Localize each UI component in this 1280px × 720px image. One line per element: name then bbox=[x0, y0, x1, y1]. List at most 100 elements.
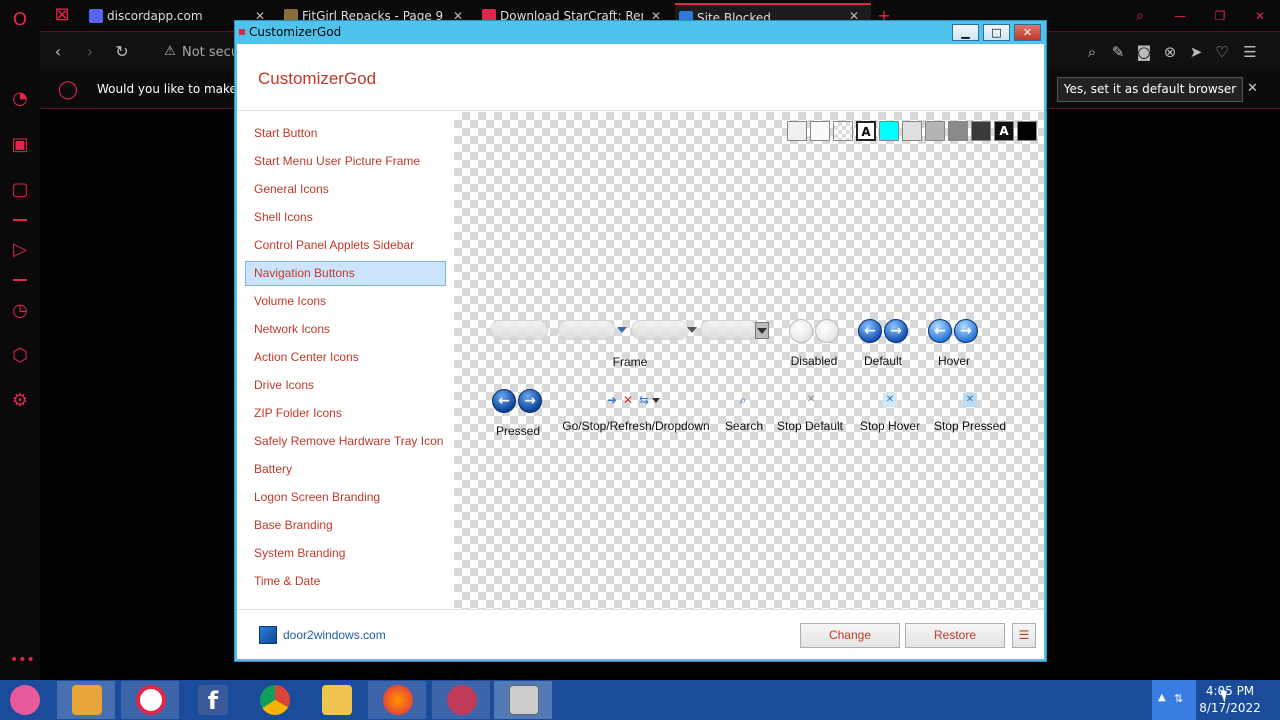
preview-area: A A Frame Disabled ← → Default ← → Hover… bbox=[454, 112, 1044, 609]
bg-swatch[interactable] bbox=[787, 121, 807, 141]
extensions-icon[interactable]: ⬡ bbox=[8, 344, 32, 368]
back-icon[interactable]: ‹ bbox=[46, 40, 70, 64]
dropdown-arrow-icon bbox=[617, 327, 627, 333]
frame-segment bbox=[490, 320, 548, 340]
easy-setup-icon[interactable]: ☰ bbox=[1238, 40, 1262, 64]
taskbar-firefox[interactable] bbox=[368, 681, 426, 719]
minimize-button[interactable]: ▁ bbox=[952, 24, 979, 41]
taskbar-settings-app[interactable] bbox=[432, 681, 490, 719]
category-item[interactable]: Battery bbox=[245, 457, 446, 482]
bg-swatch[interactable] bbox=[879, 121, 899, 141]
door2windows-logo-icon bbox=[259, 626, 277, 644]
tab-label: discordapp.com bbox=[107, 9, 203, 23]
category-item[interactable]: System Branding bbox=[245, 541, 446, 566]
category-item[interactable]: Logon Screen Branding bbox=[245, 485, 446, 510]
taskbar-avatar[interactable] bbox=[0, 681, 58, 719]
restore-button[interactable]: Restore bbox=[905, 623, 1005, 648]
camera-icon[interactable]: ◙ bbox=[1132, 40, 1156, 64]
tray-area: ▲ ⇅ bbox=[1152, 680, 1196, 720]
change-button[interactable]: Change bbox=[800, 623, 900, 648]
adblock-icon[interactable]: ⊗ bbox=[1158, 40, 1182, 64]
forward-icon[interactable]: › bbox=[78, 40, 102, 64]
close-icon[interactable]: ✕ bbox=[1247, 81, 1258, 96]
stop-pressed-icon: ✕ bbox=[963, 393, 977, 407]
discord-favicon-icon bbox=[89, 9, 103, 23]
tab-discord[interactable]: discordapp.com bbox=[85, 3, 257, 29]
category-item[interactable]: Time & Date bbox=[245, 569, 446, 594]
stop-hover-label: Stop Hover bbox=[859, 419, 921, 433]
tab-menu-icon[interactable]: ⊠ bbox=[50, 3, 74, 27]
tab-search-icon[interactable]: ⌕ bbox=[1132, 3, 1148, 29]
bg-swatch[interactable]: A bbox=[994, 121, 1014, 141]
search-icon[interactable]: ⌕ bbox=[1080, 40, 1104, 64]
taskbar-facebook[interactable]: f bbox=[183, 681, 241, 719]
set-default-browser-button[interactable]: Yes, set it as default browser bbox=[1057, 77, 1243, 102]
category-item[interactable]: Network Icons bbox=[245, 317, 446, 342]
app-icon bbox=[239, 29, 245, 35]
bg-swatch-checker[interactable] bbox=[833, 121, 853, 141]
player-icon[interactable]: ▷ bbox=[8, 238, 32, 262]
category-item[interactable]: ZIP Folder Icons bbox=[245, 401, 446, 426]
pressed-label: Pressed bbox=[495, 424, 541, 438]
speed-dial-icon[interactable]: ◔ bbox=[8, 87, 32, 111]
app-footer: door2windows.com Change Restore ☰ bbox=[237, 609, 1044, 659]
category-item[interactable]: General Icons bbox=[245, 177, 446, 202]
category-item[interactable]: Start Menu User Picture Frame bbox=[245, 149, 446, 174]
sidebar-divider bbox=[13, 219, 27, 221]
history-icon[interactable]: ◷ bbox=[8, 299, 32, 323]
category-item[interactable]: Action Center Icons bbox=[245, 345, 446, 370]
category-item[interactable]: Volume Icons bbox=[245, 289, 446, 314]
reload-icon[interactable]: ↻ bbox=[110, 40, 134, 64]
category-item[interactable]: Start Button bbox=[245, 121, 446, 146]
twitch-icon[interactable]: ▢ bbox=[8, 178, 32, 202]
bg-swatch[interactable] bbox=[925, 121, 945, 141]
stop-pressed-label: Stop Pressed bbox=[933, 419, 1007, 433]
bg-swatch[interactable] bbox=[971, 121, 991, 141]
door2windows-link[interactable]: door2windows.com bbox=[283, 628, 386, 642]
bg-swatch[interactable] bbox=[902, 121, 922, 141]
window-close-icon[interactable]: ✕ bbox=[1252, 3, 1268, 29]
tray-expand-icon[interactable]: ▲ bbox=[1158, 692, 1166, 703]
window-minimize-icon[interactable]: — bbox=[1172, 3, 1188, 29]
category-item[interactable]: Shell Icons bbox=[245, 205, 446, 230]
bg-swatch[interactable] bbox=[948, 121, 968, 141]
network-icon[interactable]: ⇅ bbox=[1174, 692, 1183, 705]
shopping-icon[interactable]: ▣ bbox=[8, 133, 32, 157]
taskbar: f ▲ ⇅ bbox=[0, 680, 1280, 720]
address-text[interactable]: Not secu bbox=[182, 45, 239, 60]
taskbar-opera[interactable] bbox=[121, 681, 179, 719]
more-icon[interactable]: ••• bbox=[10, 652, 35, 668]
taskbar-explorer[interactable] bbox=[307, 681, 365, 719]
category-item[interactable]: Control Panel Applets Sidebar bbox=[245, 233, 446, 258]
menu-button[interactable]: ☰ bbox=[1012, 623, 1036, 648]
media-player-icon bbox=[72, 685, 102, 715]
maximize-button[interactable]: □ bbox=[983, 24, 1010, 41]
opera-logo-icon[interactable]: O bbox=[8, 8, 32, 32]
edit-icon[interactable]: ✎ bbox=[1106, 40, 1130, 64]
frame-segment bbox=[700, 320, 758, 340]
bg-swatch[interactable] bbox=[1017, 121, 1037, 141]
avatar-icon bbox=[10, 685, 40, 715]
category-item[interactable]: Safely Remove Hardware Tray Icon bbox=[245, 429, 446, 454]
heart-icon[interactable]: ♡ bbox=[1210, 40, 1234, 64]
title-bar[interactable]: CustomizerGod ▁ □ ✕ bbox=[235, 21, 1046, 44]
settings-icon[interactable]: ⚙ bbox=[8, 389, 32, 413]
taskbar-chrome[interactable] bbox=[245, 681, 303, 719]
taskbar-customizergod[interactable] bbox=[494, 681, 552, 719]
customizergod-icon bbox=[509, 685, 539, 715]
window-restore-icon[interactable]: ❐ bbox=[1212, 3, 1228, 29]
taskbar-media-player[interactable] bbox=[57, 681, 115, 719]
bg-swatch[interactable] bbox=[810, 121, 830, 141]
warning-icon[interactable]: ⚠ bbox=[158, 40, 182, 64]
stop-default-icon: ✕ bbox=[806, 394, 816, 405]
send-icon[interactable]: ➤ bbox=[1184, 40, 1208, 64]
frame-label: Frame bbox=[612, 355, 648, 369]
clock-time: 4:05 PM bbox=[1205, 684, 1255, 698]
gear-app-icon bbox=[447, 685, 477, 715]
category-item[interactable]: Drive Icons bbox=[245, 373, 446, 398]
close-button[interactable]: ✕ bbox=[1014, 24, 1041, 41]
category-item[interactable]: Base Branding bbox=[245, 513, 446, 538]
bg-swatch-selected[interactable]: A bbox=[856, 121, 876, 141]
category-item-selected[interactable]: Navigation Buttons bbox=[245, 261, 446, 286]
dropdown-arrow-icon bbox=[757, 328, 767, 334]
